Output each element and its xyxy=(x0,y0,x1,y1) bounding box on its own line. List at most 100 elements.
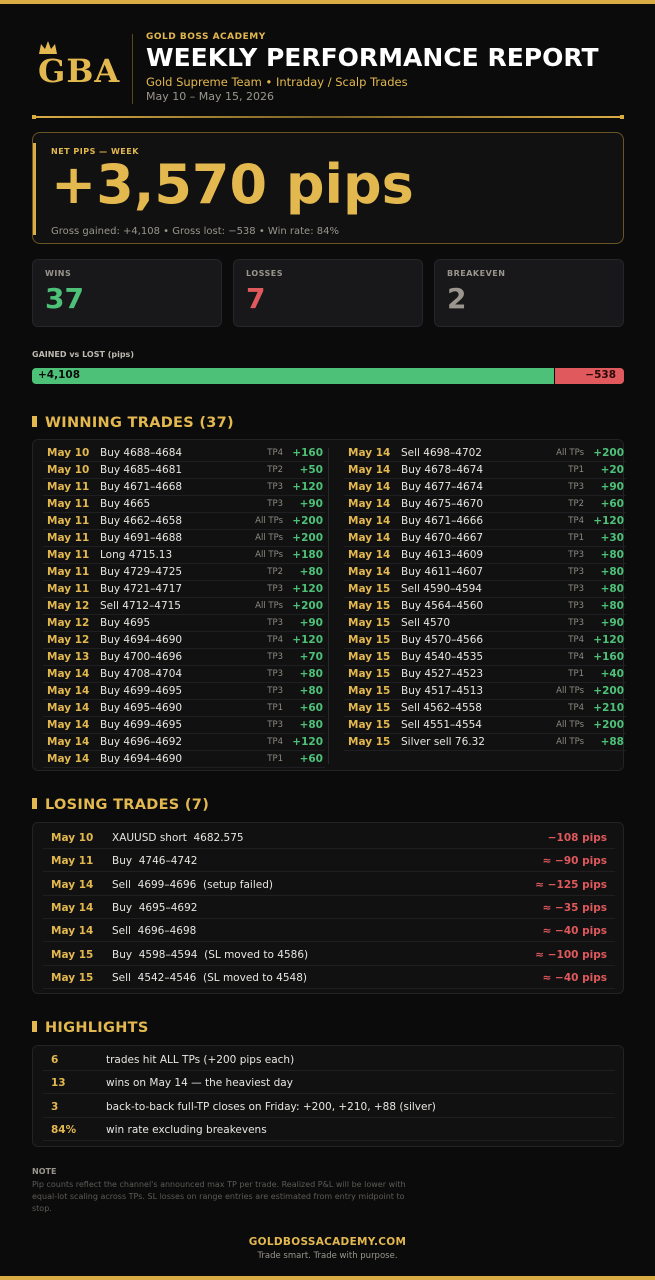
trade-pips: +60 xyxy=(299,753,323,765)
tp-level: All TPs xyxy=(556,737,584,747)
note-text: Pip counts reflect the channel's announc… xyxy=(32,1180,406,1213)
trade-date: May 15 xyxy=(51,948,94,961)
table-row: May 14 Sell 4696–4698 ≈ −40 pips xyxy=(43,919,615,943)
trade-pips: +80 xyxy=(299,566,323,578)
trade-date: May 15 xyxy=(348,617,391,629)
gained-vs-lost-bar: +4,108 −538 xyxy=(32,368,624,384)
trade-description: Sell 4696–4698 xyxy=(112,925,197,938)
trade-description: Sell 4590–4594 xyxy=(401,583,482,595)
table-row: May 12 Buy 4694–4690 TP4 +120 xyxy=(43,632,325,649)
winning-trades-title: WINNING TRADES (37) xyxy=(32,415,234,431)
tp-level: All TPs xyxy=(556,720,584,730)
trade-date: May 10 xyxy=(47,447,90,459)
table-row: May 14 Buy 4671–4666 TP4 +120 xyxy=(344,513,626,530)
trade-pips: +210 xyxy=(593,702,624,714)
highlight-text: wins on May 14 — the heaviest day xyxy=(106,1077,293,1090)
tp-level: TP4 xyxy=(568,703,584,713)
tp-level: TP4 xyxy=(568,652,584,662)
column-divider xyxy=(328,448,329,764)
gained-bar-value: +4,108 xyxy=(38,369,81,381)
trade-pips: +20 xyxy=(600,464,624,476)
trade-date: May 14 xyxy=(348,447,391,459)
trade-pips: +200 xyxy=(292,532,323,544)
table-row: May 15 Buy 4527–4523 TP1 +40 xyxy=(344,666,626,683)
gained-bar-segment: +4,108 xyxy=(32,368,554,384)
trade-pips: +50 xyxy=(299,464,323,476)
note-label: NOTE xyxy=(32,1167,57,1176)
trade-date: May 11 xyxy=(51,855,94,868)
table-row: May 14 Buy 4699–4695 TP3 +80 xyxy=(43,717,325,734)
trade-pips: +200 xyxy=(292,600,323,612)
trade-description: Buy 4721–4717 xyxy=(100,583,183,595)
trade-description: Buy 4665 xyxy=(100,498,151,510)
tp-level: TP3 xyxy=(267,618,283,628)
table-row: May 15 Buy 4517–4513 All TPs +200 xyxy=(344,683,626,700)
trade-pips: +40 xyxy=(600,668,624,680)
footer-website: GOLDBOSSACADEMY.COM xyxy=(248,1236,407,1248)
trade-pips: +120 xyxy=(292,634,323,646)
trade-date: May 11 xyxy=(47,532,90,544)
trade-date: May 10 xyxy=(47,464,90,476)
trade-description: Buy 4675–4670 xyxy=(401,498,484,510)
highlights-title: HIGHLIGHTS xyxy=(32,1020,149,1036)
lost-bar-value: −538 xyxy=(585,369,616,381)
trade-description: Buy 4696–4692 xyxy=(100,736,183,748)
trade-date: May 14 xyxy=(51,878,94,891)
bottom-accent-bar xyxy=(0,1276,655,1280)
report-header: GBA GOLD BOSS ACADEMY WEEKLY PERFORMANCE… xyxy=(32,32,624,110)
trade-pips: +120 xyxy=(593,515,624,527)
trade-pips: +88 xyxy=(600,736,624,748)
trade-description: Buy 4670–4667 xyxy=(401,532,484,544)
tp-level: TP1 xyxy=(267,703,283,713)
trade-pips: +180 xyxy=(292,549,323,561)
winning-trades-right-column: May 14 Sell 4698–4702 All TPs +200 May 14 Buy… xyxy=(344,445,626,751)
trade-pips: ≈ −100 pips xyxy=(535,948,607,961)
trade-date: May 15 xyxy=(348,702,391,714)
tp-level: TP3 xyxy=(568,618,584,628)
trade-date: May 10 xyxy=(51,832,94,844)
tp-level: All TPs xyxy=(556,448,584,458)
tp-level: TP2 xyxy=(267,465,283,475)
trade-date: May 11 xyxy=(47,566,90,578)
trade-description: Long 4715.13 xyxy=(100,549,173,561)
tp-level: All TPs xyxy=(556,686,584,696)
highlight-text: back-to-back full-TP closes on Friday: +… xyxy=(106,1100,436,1113)
tp-level: TP1 xyxy=(568,669,584,679)
losses-value: 7 xyxy=(246,282,266,315)
trade-pips: +200 xyxy=(593,719,624,731)
top-accent-bar xyxy=(0,0,655,4)
table-row: May 14 Buy 4699–4695 TP3 +80 xyxy=(43,683,325,700)
trade-pips: +160 xyxy=(292,447,323,459)
trade-pips: +200 xyxy=(292,515,323,527)
breakeven-card: BREAKEVEN 2 xyxy=(434,259,624,327)
trade-date: May 11 xyxy=(47,498,90,510)
trade-description: Sell 4698–4702 xyxy=(401,447,482,459)
table-row: May 14 Buy 4678–4674 TP1 +20 xyxy=(344,462,626,479)
table-row: May 15 Sell 4570 TP3 +90 xyxy=(344,615,626,632)
trade-description: Buy 4700–4696 xyxy=(100,651,183,663)
trade-description: Buy 4517–4513 xyxy=(401,685,484,697)
trade-date: May 15 xyxy=(348,685,391,697)
trade-description: Buy 4694–4690 xyxy=(100,753,183,765)
trade-date: May 14 xyxy=(47,702,90,714)
trade-date: May 14 xyxy=(47,719,90,731)
trade-description: Buy 4699–4695 xyxy=(100,685,183,697)
tp-level: TP4 xyxy=(267,635,283,645)
page-title: WEEKLY PERFORMANCE REPORT xyxy=(146,43,599,72)
trade-description: Sell 4570 xyxy=(401,617,451,629)
trade-description: Buy 4695 xyxy=(100,617,151,629)
highlight-text: win rate excluding breakevens xyxy=(106,1123,267,1136)
header-rule xyxy=(32,115,624,119)
tp-level: TP3 xyxy=(568,601,584,611)
tp-level: TP3 xyxy=(267,720,283,730)
table-row: May 10 Buy 4688–4684 TP4 +160 xyxy=(43,445,325,462)
trade-date: May 14 xyxy=(348,515,391,527)
trade-date: May 14 xyxy=(47,736,90,748)
table-row: May 14 Buy 4695–4690 TP1 +60 xyxy=(43,700,325,717)
trade-pips: +80 xyxy=(600,566,624,578)
table-row: May 15 Buy 4564–4560 TP3 +80 xyxy=(344,598,626,615)
trade-description: Buy 4671–4666 xyxy=(401,515,484,527)
tp-level: All TPs xyxy=(255,533,283,543)
tp-level: All TPs xyxy=(255,516,283,526)
trade-date: May 15 xyxy=(348,736,391,748)
